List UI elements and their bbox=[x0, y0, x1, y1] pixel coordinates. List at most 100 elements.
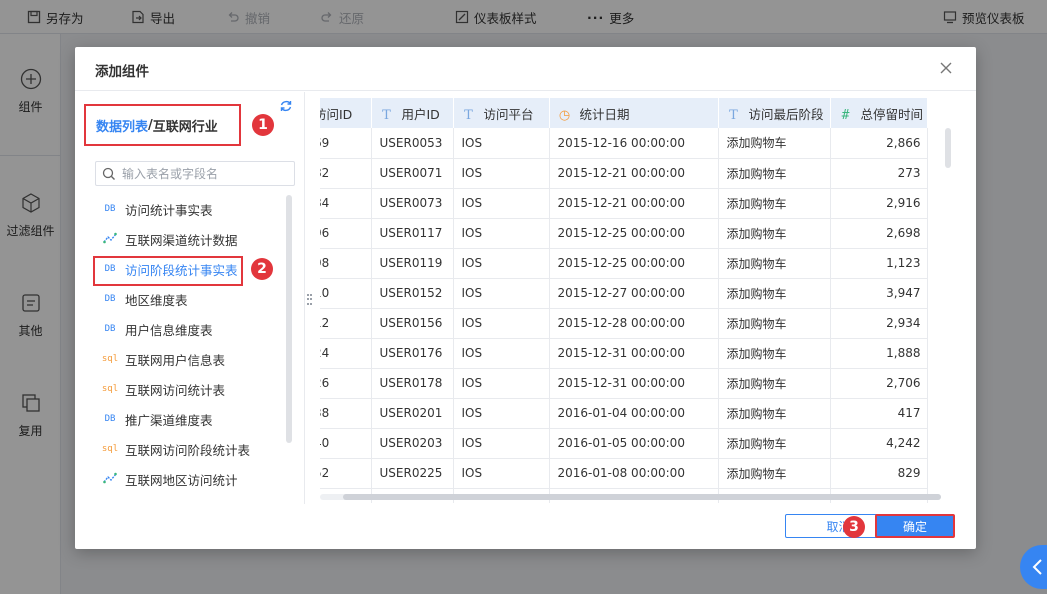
sql-icon: sql bbox=[101, 444, 119, 454]
table-row: 69USER0053IOS2015-12-16 00:00:00添加购物车2,8… bbox=[320, 128, 928, 159]
table-list-item[interactable]: 互联网渠道统计数据 bbox=[95, 224, 290, 254]
table-row: 84USER0073IOS2015-12-21 00:00:00添加购物车2,9… bbox=[320, 188, 928, 219]
column-header[interactable]: T 访问平台 bbox=[453, 98, 550, 128]
table-cell: 12 bbox=[320, 308, 372, 339]
table-search-field[interactable] bbox=[95, 161, 295, 186]
table-cell: USER0073 bbox=[371, 188, 454, 219]
table-name: 互联网访问阶段统计表 bbox=[125, 442, 251, 458]
text-type-icon: T bbox=[464, 107, 473, 123]
table-list-item[interactable]: sql 互联网用户信息表 bbox=[95, 344, 290, 374]
table-list-item[interactable]: DB 访问统计事实表 bbox=[95, 194, 290, 224]
table-list-scrollbar[interactable] bbox=[286, 195, 292, 443]
table-list-item[interactable]: DB 地区维度表 bbox=[95, 284, 290, 314]
breadcrumb-root[interactable]: 数据列表 bbox=[96, 116, 148, 135]
table-cell: 2015-12-21 00:00:00 bbox=[549, 158, 719, 189]
pane-divider bbox=[304, 92, 305, 504]
table-row: 24USER0176IOS2015-12-31 00:00:00添加购物车1,8… bbox=[320, 338, 928, 369]
table-cell: IOS bbox=[453, 188, 550, 219]
table-header-row: 访问ID T 用户ID T 访问平台 ◷ 统计日期 T 访问最后阶段 # 总停留时间 bbox=[320, 98, 928, 128]
table-cell: 添加购物车 bbox=[718, 338, 831, 369]
table-list-item[interactable]: 互联网地区访问统计 bbox=[95, 464, 290, 494]
table-row: 38USER0201IOS2016-01-04 00:00:00添加购物车417 bbox=[320, 398, 928, 429]
table-cell: 2,866 bbox=[830, 128, 928, 159]
table-name: 互联网渠道统计数据 bbox=[125, 232, 238, 248]
db-icon: DB bbox=[104, 414, 116, 424]
text-type-icon: T bbox=[382, 107, 391, 123]
table-cell: IOS bbox=[453, 458, 550, 489]
table-list-item[interactable]: sql 互联网访问阶段统计表 bbox=[95, 434, 290, 464]
column-header[interactable]: T 用户ID bbox=[371, 98, 454, 128]
db-icon: DB bbox=[104, 264, 116, 274]
table-cell: 2016-01-08 00:00:00 bbox=[549, 458, 719, 489]
table-cell: IOS bbox=[453, 368, 550, 399]
table-cell: IOS bbox=[453, 248, 550, 279]
linked-data-icon bbox=[101, 472, 119, 487]
column-header[interactable]: T 访问最后阶段 bbox=[718, 98, 831, 128]
table-name: 互联网访问统计表 bbox=[125, 382, 226, 398]
breadcrumb: 数据列表 / 互联网行业 bbox=[84, 104, 241, 146]
table-cell: 24 bbox=[320, 338, 372, 369]
table-cell: 69 bbox=[320, 128, 372, 159]
table-cell: 10 bbox=[320, 278, 372, 309]
resize-handle[interactable] bbox=[307, 294, 313, 306]
close-icon[interactable] bbox=[937, 59, 955, 77]
table-cell: 2,698 bbox=[830, 218, 928, 249]
table-cell: 273 bbox=[830, 158, 928, 189]
table-cell: IOS bbox=[453, 398, 550, 429]
table-cell: 2015-12-25 00:00:00 bbox=[549, 248, 719, 279]
confirm-button[interactable]: 确定 bbox=[875, 514, 955, 538]
table-cell: IOS bbox=[453, 218, 550, 249]
table-cell: 417 bbox=[830, 398, 928, 429]
table-cell: 2,916 bbox=[830, 188, 928, 219]
sql-icon: sql bbox=[101, 384, 119, 394]
refresh-icon[interactable] bbox=[279, 99, 293, 113]
table-cell: 添加购物车 bbox=[718, 458, 831, 489]
table-list-item[interactable]: DB 用户信息维度表 bbox=[95, 314, 290, 344]
column-header[interactable]: ◷ 统计日期 bbox=[549, 98, 719, 128]
column-header[interactable]: 访问ID bbox=[320, 98, 372, 128]
table-cell: 添加购物车 bbox=[718, 128, 831, 159]
table-vertical-scrollbar[interactable] bbox=[945, 128, 951, 168]
table-cell: USER0178 bbox=[371, 368, 454, 399]
table-cell: 40 bbox=[320, 428, 372, 459]
table-horizontal-scrollbar[interactable] bbox=[343, 494, 941, 500]
table-cell: 2015-12-16 00:00:00 bbox=[549, 128, 719, 159]
table-cell: 96 bbox=[320, 218, 372, 249]
db-icon: DB bbox=[104, 324, 116, 334]
table-cell: 2016-01-04 00:00:00 bbox=[549, 398, 719, 429]
table-row: 40USER0203IOS2016-01-05 00:00:00添加购物车4,2… bbox=[320, 428, 928, 459]
table-cell: 26 bbox=[320, 368, 372, 399]
annotation-badge-2: 2 bbox=[251, 258, 273, 280]
table-cell: USER0225 bbox=[371, 458, 454, 489]
table-list-item[interactable]: sql 互联网访问统计表 bbox=[95, 374, 290, 404]
table-cell: 添加购物车 bbox=[718, 248, 831, 279]
add-component-dialog: 添加组件 数据列表/互联网行业 1 DB 访问统计事实表 互联网渠道统计数据 DB… bbox=[75, 47, 976, 549]
table-cell: USER0119 bbox=[371, 248, 454, 279]
table-cell: 2015-12-25 00:00:00 bbox=[549, 218, 719, 249]
linked-data-icon bbox=[101, 232, 119, 247]
sql-icon: sql bbox=[101, 354, 119, 364]
table-cell: 1,123 bbox=[830, 248, 928, 279]
table-cell: IOS bbox=[453, 428, 550, 459]
table-name: 访问统计事实表 bbox=[125, 202, 213, 218]
table-row: 52USER0225IOS2016-01-08 00:00:00添加购物车829 bbox=[320, 458, 928, 489]
table-cell: 添加购物车 bbox=[718, 218, 831, 249]
table-list-item[interactable]: DB 推广渠道维度表 bbox=[95, 404, 290, 434]
table-row: 12USER0156IOS2015-12-28 00:00:00添加购物车2,9… bbox=[320, 308, 928, 339]
annotation-badge-1: 1 bbox=[252, 114, 274, 136]
table-cell: IOS bbox=[453, 338, 550, 369]
db-icon: DB bbox=[104, 294, 116, 304]
search-input[interactable] bbox=[122, 166, 282, 181]
table-cell: 添加购物车 bbox=[718, 278, 831, 309]
table-cell: USER0176 bbox=[371, 338, 454, 369]
table-name: 推广渠道维度表 bbox=[125, 412, 213, 428]
db-icon: DB bbox=[104, 204, 116, 214]
table-cell: 2015-12-21 00:00:00 bbox=[549, 188, 719, 219]
table-row: 82USER0071IOS2015-12-21 00:00:00添加购物车273 bbox=[320, 158, 928, 189]
search-icon bbox=[102, 167, 115, 180]
table-cell: IOS bbox=[453, 278, 550, 309]
column-header[interactable]: # 总停留时间 bbox=[830, 98, 928, 128]
table-cell: IOS bbox=[453, 308, 550, 339]
table-cell: 3,947 bbox=[830, 278, 928, 309]
table-cell: 1,888 bbox=[830, 338, 928, 369]
